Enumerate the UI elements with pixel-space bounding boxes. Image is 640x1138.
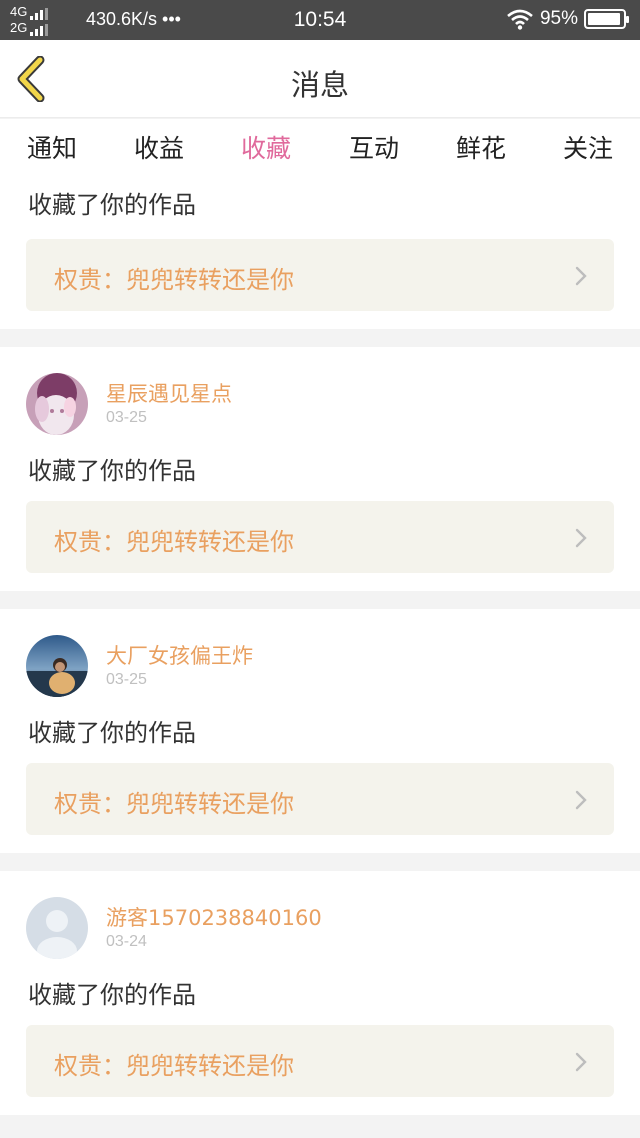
message-date: 03-25	[106, 409, 147, 426]
work-link[interactable]: 权贵：兜兜转转还是你	[26, 239, 614, 311]
tab-label: 鲜花	[455, 134, 506, 163]
battery-icon	[584, 9, 629, 29]
action-text: 收藏了你的作品	[28, 457, 196, 485]
tab-interactions[interactable]: 互动	[329, 129, 419, 173]
work-title: 权贵：兜兜转转还是你	[54, 266, 294, 294]
username[interactable]: 星辰遇见星点	[106, 378, 232, 408]
avatar[interactable]	[26, 635, 88, 697]
action-text: 收藏了你的作品	[28, 981, 196, 1009]
message-date: 03-25	[106, 671, 147, 688]
page-title: 消息	[290, 68, 349, 102]
action-text: 收藏了你的作品	[28, 191, 196, 219]
work-title: 权贵：兜兜转转还是你	[54, 528, 294, 556]
work-link[interactable]: 权贵：兜兜转转还是你	[26, 501, 614, 573]
tab-label: 关注	[562, 134, 613, 163]
username[interactable]: 大厂女孩偏王炸	[106, 640, 253, 670]
chevron-right-icon	[575, 790, 587, 810]
tab-flowers[interactable]: 鲜花	[436, 129, 526, 173]
chevron-right-icon	[575, 266, 587, 286]
tab-earnings[interactable]: 收益	[114, 129, 204, 173]
status-bar: 4G 2G 430.6K/s ••• 10:54 95%	[0, 0, 640, 40]
tab-bar: 通知 收益 收藏 互动 鲜花 关注	[0, 119, 640, 183]
user-row[interactable]: 大厂女孩偏王炸 03-25	[0, 609, 640, 707]
action-text: 收藏了你的作品	[28, 719, 196, 747]
work-link[interactable]: 权贵：兜兜转转还是你	[26, 1025, 614, 1097]
tab-notifications[interactable]: 通知	[7, 129, 97, 173]
tab-label: 通知	[26, 134, 77, 163]
message-card: 大厂女孩偏王炸 03-25 收藏了你的作品 权贵：兜兜转转还是你	[0, 609, 640, 853]
message-list: 收藏了你的作品 权贵：兜兜转转还是你 星辰遇见星点 03-25 收藏了你的作品 …	[0, 179, 640, 1133]
avatar[interactable]	[26, 897, 88, 959]
work-link[interactable]: 权贵：兜兜转转还是你	[26, 763, 614, 835]
work-title: 权贵：兜兜转转还是你	[54, 1052, 294, 1080]
tab-following[interactable]: 关注	[543, 129, 633, 173]
message-date: 03-24	[106, 933, 147, 950]
tab-label: 互动	[348, 134, 399, 163]
message-card: 星辰遇见星点 03-25 收藏了你的作品 权贵：兜兜转转还是你	[0, 347, 640, 591]
username[interactable]: 游客1570238840160	[106, 902, 322, 932]
chevron-right-icon	[575, 528, 587, 548]
tab-label: 收藏	[240, 134, 291, 163]
status-right: 95%	[506, 8, 629, 30]
message-card: 收藏了你的作品 权贵：兜兜转转还是你	[0, 179, 640, 329]
wifi-icon	[507, 9, 533, 30]
default-user-avatar-icon	[26, 897, 88, 959]
anime-girl-avatar-icon	[26, 373, 88, 435]
user-row[interactable]: 星辰遇见星点 03-25	[0, 347, 640, 445]
message-card: 游客1570238840160 03-24 收藏了你的作品 权贵：兜兜转转还是你	[0, 871, 640, 1115]
chevron-right-icon	[575, 1052, 587, 1072]
tab-favorites[interactable]: 收藏	[221, 129, 311, 183]
battery-percent: 95%	[539, 8, 578, 29]
user-row[interactable]: 游客1570238840160 03-24	[0, 871, 640, 969]
avatar[interactable]	[26, 373, 88, 435]
top-bar: 消息	[0, 40, 640, 118]
tab-label: 收益	[133, 134, 184, 163]
photo-avatar-icon	[26, 635, 88, 697]
work-title: 权贵：兜兜转转还是你	[54, 790, 294, 818]
